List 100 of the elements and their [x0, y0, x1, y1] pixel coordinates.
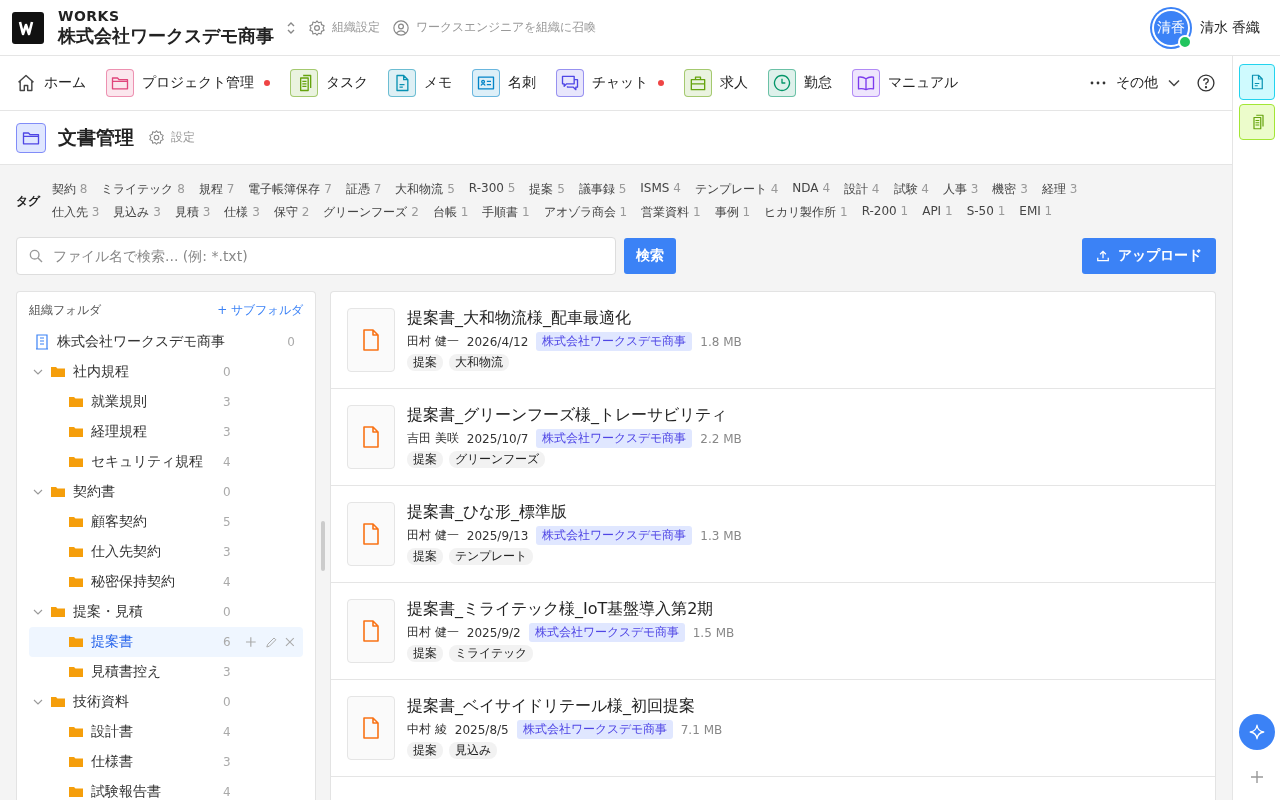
tag-filter[interactable]: R-200 1: [861, 204, 909, 221]
clipboard-icon[interactable]: [1238, 104, 1275, 140]
folder-icon: [69, 456, 83, 468]
tag-filter[interactable]: アオゾラ商会 1: [543, 204, 628, 221]
tag-filter[interactable]: R-300 5: [468, 181, 516, 198]
folder-icon: [69, 786, 83, 798]
tag-filter[interactable]: 見積 3: [174, 204, 211, 221]
folder-item[interactable]: 社内規程 0: [29, 357, 303, 387]
file-title: 提案書_ミライテック様_IoT基盤導入第2期: [407, 599, 715, 620]
folder-item[interactable]: 経理規程 3: [29, 417, 303, 447]
folder-item[interactable]: 提案・見積 0: [29, 597, 303, 627]
folder-icon: [69, 396, 83, 408]
file-item[interactable]: 提案書_大和物流様_配車最適化 田村 健一 2026/4/12 株式会社ワークスデモ商事 1.8 MB 提案 大和物流: [331, 292, 1215, 389]
folder-item[interactable]: 仕入先契約 3: [29, 537, 303, 567]
document-icon[interactable]: [1238, 64, 1275, 100]
tag-filter[interactable]: ヒカリ製作所 1: [764, 204, 848, 221]
nav-item[interactable]: 勤怠: [768, 69, 832, 97]
folder-item[interactable]: 設計書 4: [29, 717, 303, 747]
folder-item[interactable]: 試験報告書 4: [29, 777, 303, 800]
folder-icon: [69, 426, 83, 438]
tag-filter[interactable]: 人事 3: [942, 181, 979, 198]
tag-filter[interactable]: 経理 3: [1041, 181, 1078, 198]
add-subfolder-link[interactable]: + サブフォルダ: [217, 302, 303, 319]
search-field[interactable]: ファイル名で検索... (例: *.txt): [16, 237, 616, 275]
tag-filter[interactable]: EMI 1: [1019, 204, 1053, 221]
file-item[interactable]: 提案書_ひな形_標準版 田村 健一 2025/9/13 株式会社ワークスデモ商事 1.3 MB 提案 テンプレート: [331, 486, 1215, 583]
tag-filter[interactable]: 事例 1: [714, 204, 751, 221]
nav-item[interactable]: マニュアル: [852, 69, 958, 97]
tag-filter[interactable]: 提案 5: [529, 181, 565, 198]
brand-name: WORKS: [58, 7, 121, 24]
tag-filter[interactable]: 見込み 3: [113, 204, 161, 221]
settings-icon: [148, 129, 165, 146]
sparkle-icon[interactable]: [1238, 714, 1275, 750]
folder-item[interactable]: 提案書 6: [29, 627, 303, 657]
file-date: 2025/8/5: [454, 722, 509, 737]
tag-filter[interactable]: グリーンフーズ 2: [323, 204, 419, 221]
file-owner: 田村 健一: [407, 333, 459, 350]
tag-filter[interactable]: 大和物流 5: [395, 181, 455, 198]
tag-filter[interactable]: テンプレート 4: [694, 181, 779, 198]
tag-filter[interactable]: 試験 4: [893, 181, 929, 198]
folder-item[interactable]: 顧客契約 5: [29, 507, 303, 537]
folder-item[interactable]: セキュリティ規程 4: [29, 447, 303, 477]
tag-filter[interactable]: 議事録 5: [578, 181, 627, 198]
resize-handle[interactable]: [321, 520, 325, 571]
folder-item[interactable]: 就業規則 3: [29, 387, 303, 417]
file-date: 2025/10/7: [466, 431, 529, 446]
upload-button[interactable]: アップロード: [1082, 238, 1216, 274]
tag-filter[interactable]: 契約 8: [52, 181, 88, 198]
chevron-down-icon[interactable]: [33, 697, 43, 707]
nav-item[interactable]: ホーム: [16, 73, 86, 93]
folder-item[interactable]: 契約書 0: [29, 477, 303, 507]
file-item[interactable]: 提案書_ミライテック様_IoT基盤導入第2期 田村 健一 2025/9/2 株式会社ワークスデモ商事 1.5 MB 提案 ミライテック: [331, 583, 1215, 680]
tag-filter[interactable]: 証憑 7: [345, 181, 382, 198]
nav-item[interactable]: 名刺: [472, 69, 536, 97]
file-item[interactable]: 提案書_ベイサイドリテール様_初回提案 中村 綾 2025/8/5 株式会社ワークスデモ商事 7.1 MB 提案 見込み: [331, 680, 1215, 777]
help-icon[interactable]: [1196, 73, 1216, 93]
nav-item[interactable]: チャット: [556, 69, 664, 97]
chevron-down-icon[interactable]: [33, 607, 43, 617]
folder-icon: [16, 122, 46, 153]
folder-item[interactable]: 秘密保持契約 4: [29, 567, 303, 597]
file-size: 1.3 MB: [700, 528, 742, 543]
tag-filter[interactable]: 電子帳簿保存 7: [248, 181, 332, 198]
nav-item[interactable]: メモ: [388, 69, 452, 97]
close-icon[interactable]: [285, 637, 295, 647]
tag-filter[interactable]: 台帳 1: [432, 204, 469, 221]
folder-icon: [51, 696, 65, 708]
folder-item[interactable]: 見積書控え 3: [29, 657, 303, 687]
chevron-down-icon[interactable]: [33, 367, 43, 377]
tag-filter[interactable]: ISMS 4: [640, 181, 681, 198]
tag-filter[interactable]: S-50 1: [966, 204, 1006, 221]
add-icon[interactable]: [245, 636, 257, 648]
nav-item[interactable]: プロジェクト管理: [106, 69, 270, 97]
tag-filter[interactable]: API 1: [922, 204, 953, 221]
file-size: 1.8 MB: [700, 334, 742, 349]
folder-item[interactable]: 株式会社ワークスデモ商事 0: [29, 327, 303, 357]
file-item[interactable]: 提案書_グリーンフーズ様_トレーサビリティ 吉田 美咲 2025/10/7 株式会社ワークスデモ商事 2.2 MB 提案 グリーンフーズ: [331, 389, 1215, 486]
folder-item[interactable]: 技術資料 0: [29, 687, 303, 717]
nav-item[interactable]: 求人: [684, 69, 748, 97]
search-button[interactable]: 検索: [624, 238, 676, 274]
tag-filter[interactable]: 機密 3: [992, 181, 1028, 198]
add-icon[interactable]: [1249, 770, 1264, 784]
user-name: 清水 香織: [1199, 18, 1260, 37]
file-count: 0: [287, 335, 295, 349]
organization-name[interactable]: 株式会社ワークスデモ商事: [58, 23, 274, 48]
chevron-down-icon[interactable]: [33, 487, 43, 497]
file-tag: ミライテック: [449, 645, 533, 662]
tag-filter[interactable]: 設計 4: [844, 181, 880, 198]
folder-item[interactable]: 仕様書 3: [29, 747, 303, 777]
tag-filter[interactable]: ミライテック 8: [101, 181, 185, 198]
pencil-icon[interactable]: [264, 635, 278, 649]
tag-filter[interactable]: NDA 4: [792, 181, 831, 198]
tag-filter[interactable]: 規程 7: [198, 181, 235, 198]
tag-filter[interactable]: 仕入先 3: [52, 204, 100, 221]
more-menu[interactable]: その他: [1090, 74, 1180, 92]
tag-filter[interactable]: 営業資料 1: [641, 204, 701, 221]
tag-filter[interactable]: 仕様 3: [224, 204, 260, 221]
tag-filter[interactable]: 保守 2: [273, 204, 310, 221]
tag-filter[interactable]: 手順書 1: [482, 204, 530, 221]
file-count: 4: [223, 785, 232, 799]
nav-item[interactable]: タスク: [290, 69, 368, 97]
